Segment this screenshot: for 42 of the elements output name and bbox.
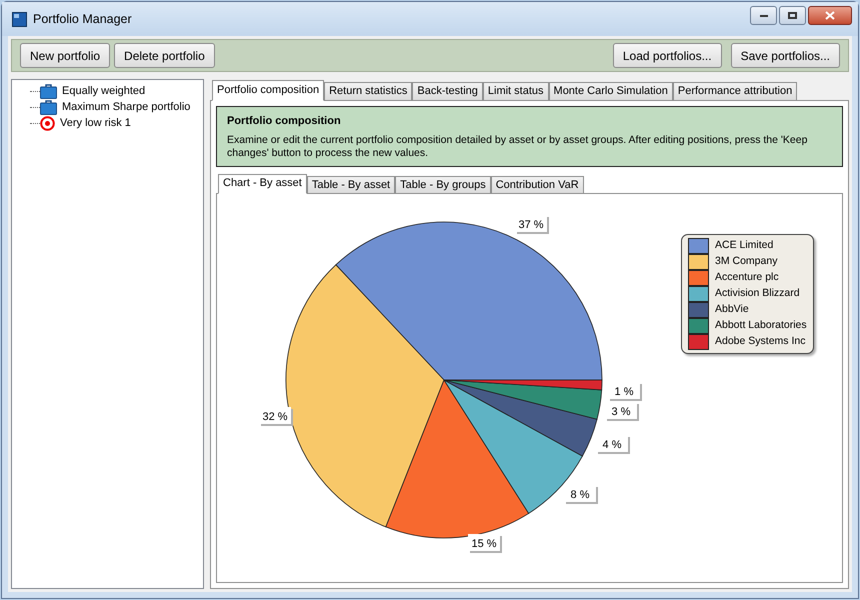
tab[interactable]: Table - By asset (306, 176, 396, 192)
close-button[interactable] (808, 6, 852, 25)
value-label: 3 % (605, 402, 639, 420)
toolbar-button[interactable]: Save portfolios... (730, 43, 840, 68)
tab[interactable]: Limit status (482, 82, 549, 100)
tree-item[interactable]: Very low risk 1 (59, 114, 132, 132)
value-label: 37 % (515, 214, 549, 234)
minimize-button[interactable] (750, 6, 777, 25)
target-icon (40, 116, 55, 130)
tab[interactable]: Portfolio composition (212, 80, 324, 101)
maximize-button[interactable] (779, 6, 806, 25)
toolbar-button[interactable]: New portfolio (20, 43, 110, 68)
tab[interactable]: Chart - By asset (218, 174, 307, 194)
tab[interactable]: Performance attribution (672, 82, 798, 100)
value-label: 15 % (468, 534, 502, 552)
tab[interactable]: Monte Carlo Simulation (548, 82, 673, 100)
legend-label: AbbVie (715, 302, 749, 317)
info-title: Portfolio composition (227, 114, 342, 129)
toolbar-button[interactable]: Load portfolios... (612, 43, 722, 68)
legend-label: Accenture plc (715, 270, 779, 285)
tab[interactable]: Contribution VaR (490, 176, 584, 192)
close-icon (825, 11, 835, 20)
tab[interactable]: Back-testing (412, 82, 483, 100)
value-label: 32 % (259, 406, 293, 426)
legend-label: Activision Blizzard (715, 286, 800, 301)
toolbar-button[interactable]: Delete portfolio (114, 43, 215, 68)
legend-label: 3M Company (715, 254, 778, 269)
app-icon (12, 12, 27, 26)
value-label: 8 % (564, 484, 598, 504)
tree-item[interactable]: Maximum Sharpe portfolio (61, 98, 192, 116)
info-text: Examine or edit the current portfolio composition detailed by asset or by asset groups. After editing positions, press the 'Keep changes' button to process the new values. (227, 134, 808, 160)
briefcase-icon (40, 84, 57, 98)
tree-item[interactable]: Equally weighted (61, 82, 146, 100)
legend-label: Adobe Systems Inc (715, 334, 806, 349)
legend-label: Abbott Laboratories (715, 318, 807, 333)
legend-label: ACE Limited (715, 238, 774, 253)
tab[interactable]: Return statistics (324, 82, 412, 100)
window-title: Portfolio Manager (33, 10, 132, 28)
value-label: 1 % (608, 382, 642, 400)
tab[interactable]: Table - By groups (395, 176, 491, 192)
value-label: 4 % (596, 434, 630, 454)
briefcase-icon (40, 100, 57, 114)
